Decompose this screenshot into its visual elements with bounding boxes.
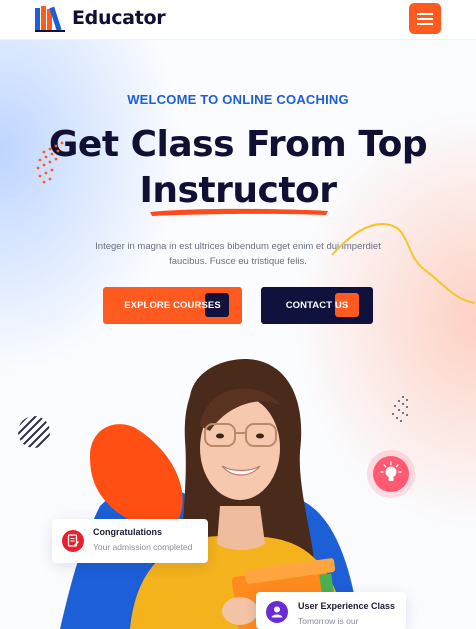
admission-card-text: Your admission completed (93, 542, 193, 552)
class-card-text: Tomorrow is our (298, 616, 359, 626)
hamburger-menu-icon (417, 13, 433, 15)
hero-eyebrow: WELCOME TO ONLINE COACHING (127, 92, 349, 107)
user-icon (266, 601, 288, 623)
dots-decoration-right (392, 396, 408, 422)
hamburger-menu-button[interactable] (409, 3, 441, 34)
site-header: Educator (0, 0, 476, 40)
class-card-title: User Experience Class (298, 601, 396, 611)
striped-circle-decoration (18, 416, 50, 448)
admission-card: Congratulations Your admission completed (52, 519, 208, 563)
explore-courses-button[interactable]: EXPLORE COURSES (103, 287, 242, 324)
student-photo (60, 359, 360, 629)
document-icon (62, 530, 84, 552)
headline-underline (150, 208, 328, 216)
contact-us-label: CONTACT US (285, 300, 349, 311)
explore-courses-label: EXPLORE COURSES (124, 300, 221, 311)
dots-decoration-left (36, 141, 64, 184)
books-logo-icon[interactable] (35, 6, 67, 32)
class-card: User Experience Class Tomorrow is our (256, 592, 406, 629)
logo-text[interactable]: Educator (72, 7, 166, 29)
squiggle-decoration (331, 223, 476, 304)
landing-page: Educator WELCOME TO ONLINE COACHING Get … (0, 0, 476, 629)
admission-card-title: Congratulations (93, 527, 162, 537)
